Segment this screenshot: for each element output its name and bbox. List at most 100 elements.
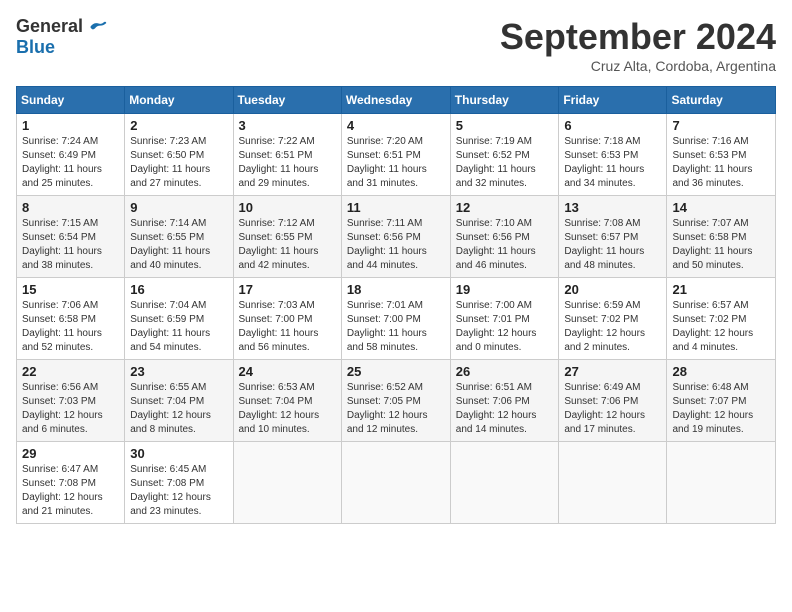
day-number: 14 <box>672 200 770 215</box>
day-number: 26 <box>456 364 554 379</box>
calendar-header-monday: Monday <box>125 87 233 114</box>
calendar-cell: 6 Sunrise: 7:18 AMSunset: 6:53 PMDaylight… <box>559 114 667 196</box>
day-info: Sunrise: 7:18 AMSunset: 6:53 PMDaylight:… <box>564 136 644 189</box>
day-info: Sunrise: 7:10 AMSunset: 6:56 PMDaylight:… <box>456 218 536 271</box>
day-info: Sunrise: 6:59 AMSunset: 7:02 PMDaylight:… <box>564 300 645 353</box>
calendar-cell <box>341 442 450 524</box>
day-number: 18 <box>347 282 445 297</box>
day-info: Sunrise: 6:52 AMSunset: 7:05 PMDaylight:… <box>347 382 428 435</box>
calendar-cell: 2 Sunrise: 7:23 AMSunset: 6:50 PMDaylight… <box>125 114 233 196</box>
calendar-cell: 16Sunrise: 7:04 AMSunset: 6:59 PMDayligh… <box>125 278 233 360</box>
calendar-cell: 23Sunrise: 6:55 AMSunset: 7:04 PMDayligh… <box>125 360 233 442</box>
calendar-cell <box>667 442 776 524</box>
calendar-header-thursday: Thursday <box>450 87 559 114</box>
day-info: Sunrise: 7:20 AMSunset: 6:51 PMDaylight:… <box>347 136 427 189</box>
logo-general-text: General <box>16 16 83 37</box>
day-number: 22 <box>22 364 119 379</box>
day-info: Sunrise: 7:01 AMSunset: 7:00 PMDaylight:… <box>347 300 427 353</box>
calendar-header-wednesday: Wednesday <box>341 87 450 114</box>
logo-bird-icon <box>87 17 107 37</box>
day-number: 15 <box>22 282 119 297</box>
calendar-cell: 30Sunrise: 6:45 AMSunset: 7:08 PMDayligh… <box>125 442 233 524</box>
calendar-header-tuesday: Tuesday <box>233 87 341 114</box>
logo: General Blue <box>16 16 107 58</box>
calendar-cell: 4 Sunrise: 7:20 AMSunset: 6:51 PMDaylight… <box>341 114 450 196</box>
day-info: Sunrise: 7:03 AMSunset: 7:00 PMDaylight:… <box>239 300 319 353</box>
calendar-cell: 19 Sunrise: 7:00 AMSunset: 7:01 PMDayligh… <box>450 278 559 360</box>
day-info: Sunrise: 7:08 AMSunset: 6:57 PMDaylight:… <box>564 218 644 271</box>
day-info: Sunrise: 7:22 AMSunset: 6:51 PMDaylight:… <box>239 136 319 189</box>
calendar-header-row: SundayMondayTuesdayWednesdayThursdayFrid… <box>17 87 776 114</box>
day-number: 2 <box>130 118 227 133</box>
calendar-cell: 8 Sunrise: 7:15 AMSunset: 6:54 PMDaylight… <box>17 196 125 278</box>
logo-blue-text: Blue <box>16 37 55 58</box>
day-number: 3 <box>239 118 336 133</box>
calendar-cell: 24Sunrise: 6:53 AMSunset: 7:04 PMDayligh… <box>233 360 341 442</box>
day-info: Sunrise: 6:51 AMSunset: 7:06 PMDaylight:… <box>456 382 537 435</box>
day-number: 21 <box>672 282 770 297</box>
calendar-cell: 11Sunrise: 7:11 AMSunset: 6:56 PMDayligh… <box>341 196 450 278</box>
calendar-cell: 12 Sunrise: 7:10 AMSunset: 6:56 PMDayligh… <box>450 196 559 278</box>
day-info: Sunrise: 7:06 AMSunset: 6:58 PMDaylight:… <box>22 300 102 353</box>
calendar-cell: 21 Sunrise: 6:57 AMSunset: 7:02 PMDayligh… <box>667 278 776 360</box>
day-info: Sunrise: 7:15 AMSunset: 6:54 PMDaylight:… <box>22 218 102 271</box>
calendar-cell: 15 Sunrise: 7:06 AMSunset: 6:58 PMDayligh… <box>17 278 125 360</box>
day-info: Sunrise: 6:49 AMSunset: 7:06 PMDaylight:… <box>564 382 645 435</box>
title-section: September 2024 Cruz Alta, Cordoba, Argen… <box>500 16 776 74</box>
day-info: Sunrise: 7:24 AMSunset: 6:49 PMDaylight:… <box>22 136 102 189</box>
day-info: Sunrise: 6:47 AMSunset: 7:08 PMDaylight:… <box>22 464 103 517</box>
calendar-cell: 3 Sunrise: 7:22 AMSunset: 6:51 PMDaylight… <box>233 114 341 196</box>
calendar-cell: 9 Sunrise: 7:14 AMSunset: 6:55 PMDaylight… <box>125 196 233 278</box>
day-number: 5 <box>456 118 554 133</box>
month-title: September 2024 <box>500 16 776 58</box>
day-info: Sunrise: 7:00 AMSunset: 7:01 PMDaylight:… <box>456 300 537 353</box>
calendar-cell: 18 Sunrise: 7:01 AMSunset: 7:00 PMDayligh… <box>341 278 450 360</box>
day-number: 27 <box>564 364 661 379</box>
calendar-cell: 26 Sunrise: 6:51 AMSunset: 7:06 PMDayligh… <box>450 360 559 442</box>
day-info: Sunrise: 7:14 AMSunset: 6:55 PMDaylight:… <box>130 218 210 271</box>
day-number: 1 <box>22 118 119 133</box>
calendar-header-sunday: Sunday <box>17 87 125 114</box>
day-number: 19 <box>456 282 554 297</box>
day-number: 8 <box>22 200 119 215</box>
calendar-cell: 10 Sunrise: 7:12 AMSunset: 6:55 PMDayligh… <box>233 196 341 278</box>
calendar-week-row: 1 Sunrise: 7:24 AMSunset: 6:49 PMDaylight… <box>17 114 776 196</box>
day-info: Sunrise: 6:57 AMSunset: 7:02 PMDaylight:… <box>672 300 753 353</box>
day-number: 28 <box>672 364 770 379</box>
day-number: 13 <box>564 200 661 215</box>
calendar-cell <box>559 442 667 524</box>
day-number: 12 <box>456 200 554 215</box>
day-info: Sunrise: 7:23 AMSunset: 6:50 PMDaylight:… <box>130 136 210 189</box>
day-info: Sunrise: 6:56 AMSunset: 7:03 PMDaylight:… <box>22 382 103 435</box>
calendar-week-row: 29Sunrise: 6:47 AMSunset: 7:08 PMDayligh… <box>17 442 776 524</box>
calendar-cell: 25Sunrise: 6:52 AMSunset: 7:05 PMDayligh… <box>341 360 450 442</box>
calendar-header-saturday: Saturday <box>667 87 776 114</box>
calendar-cell: 20 Sunrise: 6:59 AMSunset: 7:02 PMDayligh… <box>559 278 667 360</box>
day-info: Sunrise: 7:07 AMSunset: 6:58 PMDaylight:… <box>672 218 752 271</box>
day-info: Sunrise: 7:11 AMSunset: 6:56 PMDaylight:… <box>347 218 427 271</box>
day-number: 4 <box>347 118 445 133</box>
calendar-cell: 28Sunrise: 6:48 AMSunset: 7:07 PMDayligh… <box>667 360 776 442</box>
calendar-week-row: 22 Sunrise: 6:56 AMSunset: 7:03 PMDayligh… <box>17 360 776 442</box>
day-number: 17 <box>239 282 336 297</box>
calendar-cell: 22 Sunrise: 6:56 AMSunset: 7:03 PMDayligh… <box>17 360 125 442</box>
day-number: 9 <box>130 200 227 215</box>
day-number: 7 <box>672 118 770 133</box>
day-info: Sunrise: 6:55 AMSunset: 7:04 PMDaylight:… <box>130 382 211 435</box>
day-info: Sunrise: 6:53 AMSunset: 7:04 PMDaylight:… <box>239 382 320 435</box>
calendar-cell: 27 Sunrise: 6:49 AMSunset: 7:06 PMDayligh… <box>559 360 667 442</box>
calendar-table: SundayMondayTuesdayWednesdayThursdayFrid… <box>16 86 776 524</box>
page-header: General Blue September 2024 Cruz Alta, C… <box>16 16 776 74</box>
day-info: Sunrise: 7:12 AMSunset: 6:55 PMDaylight:… <box>239 218 319 271</box>
calendar-cell: 13 Sunrise: 7:08 AMSunset: 6:57 PMDayligh… <box>559 196 667 278</box>
calendar-cell <box>450 442 559 524</box>
day-info: Sunrise: 7:04 AMSunset: 6:59 PMDaylight:… <box>130 300 210 353</box>
calendar-cell: 17 Sunrise: 7:03 AMSunset: 7:00 PMDayligh… <box>233 278 341 360</box>
calendar-cell: 29Sunrise: 6:47 AMSunset: 7:08 PMDayligh… <box>17 442 125 524</box>
calendar-week-row: 15 Sunrise: 7:06 AMSunset: 6:58 PMDayligh… <box>17 278 776 360</box>
calendar-cell <box>233 442 341 524</box>
calendar-cell: 5Sunrise: 7:19 AMSunset: 6:52 PMDaylight… <box>450 114 559 196</box>
day-number: 6 <box>564 118 661 133</box>
day-number: 10 <box>239 200 336 215</box>
day-number: 20 <box>564 282 661 297</box>
